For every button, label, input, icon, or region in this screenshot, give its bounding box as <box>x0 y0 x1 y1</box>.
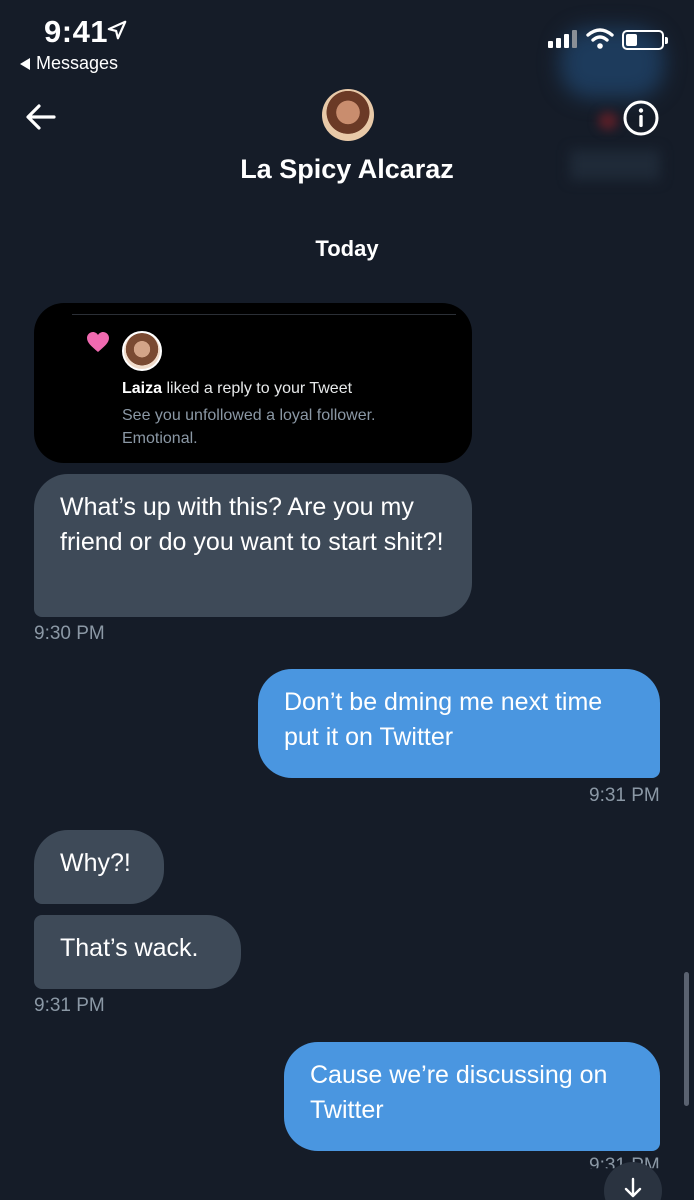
scroll-down-icon <box>624 1177 642 1198</box>
contact-avatar[interactable] <box>322 89 374 141</box>
scrollbar[interactable] <box>684 972 689 1106</box>
message-bubble-incoming[interactable]: That’s wack. <box>34 915 241 989</box>
message-bubble-outgoing[interactable]: Don’t be dming me next time put it on Tw… <box>258 669 660 778</box>
back-to-app-link[interactable]: Messages <box>20 53 118 74</box>
location-arrow-icon <box>107 20 127 40</box>
signal-icon <box>548 30 577 48</box>
back-app-label: Messages <box>36 53 119 73</box>
status-time: 9:41 <box>44 14 109 49</box>
message-bubble-outgoing[interactable]: Cause we’re discussing on Twitter <box>284 1042 660 1151</box>
like-notification-text: Laiza liked a reply to your Tweet <box>122 380 352 398</box>
like-action: liked a reply to your Tweet <box>166 380 353 397</box>
info-icon[interactable] <box>622 99 660 137</box>
card-divider <box>72 314 456 315</box>
battery-icon <box>622 30 668 50</box>
back-triangle-icon <box>20 57 30 70</box>
message-timestamp: 9:31 PM <box>589 785 660 806</box>
wifi-icon <box>586 28 614 49</box>
message-bubble-incoming[interactable]: What’s up with this? Are you my friend o… <box>34 474 472 617</box>
day-divider: Today <box>315 236 379 261</box>
contact-name[interactable]: La Spicy Alcaraz <box>0 154 694 185</box>
blurred-overlay <box>598 112 618 130</box>
liker-name: Laiza <box>122 380 163 397</box>
heart-icon <box>87 332 109 352</box>
back-arrow-icon[interactable] <box>24 100 58 134</box>
liker-avatar <box>122 331 162 371</box>
shared-tweet-card[interactable]: Laiza liked a reply to your Tweet See yo… <box>34 303 472 463</box>
message-timestamp: 9:30 PM <box>34 623 105 644</box>
message-timestamp: 9:31 PM <box>34 995 105 1016</box>
message-bubble-incoming[interactable]: Why?! <box>34 830 164 904</box>
reply-preview: See you unfollowed a loyal follower. Emo… <box>122 407 376 447</box>
